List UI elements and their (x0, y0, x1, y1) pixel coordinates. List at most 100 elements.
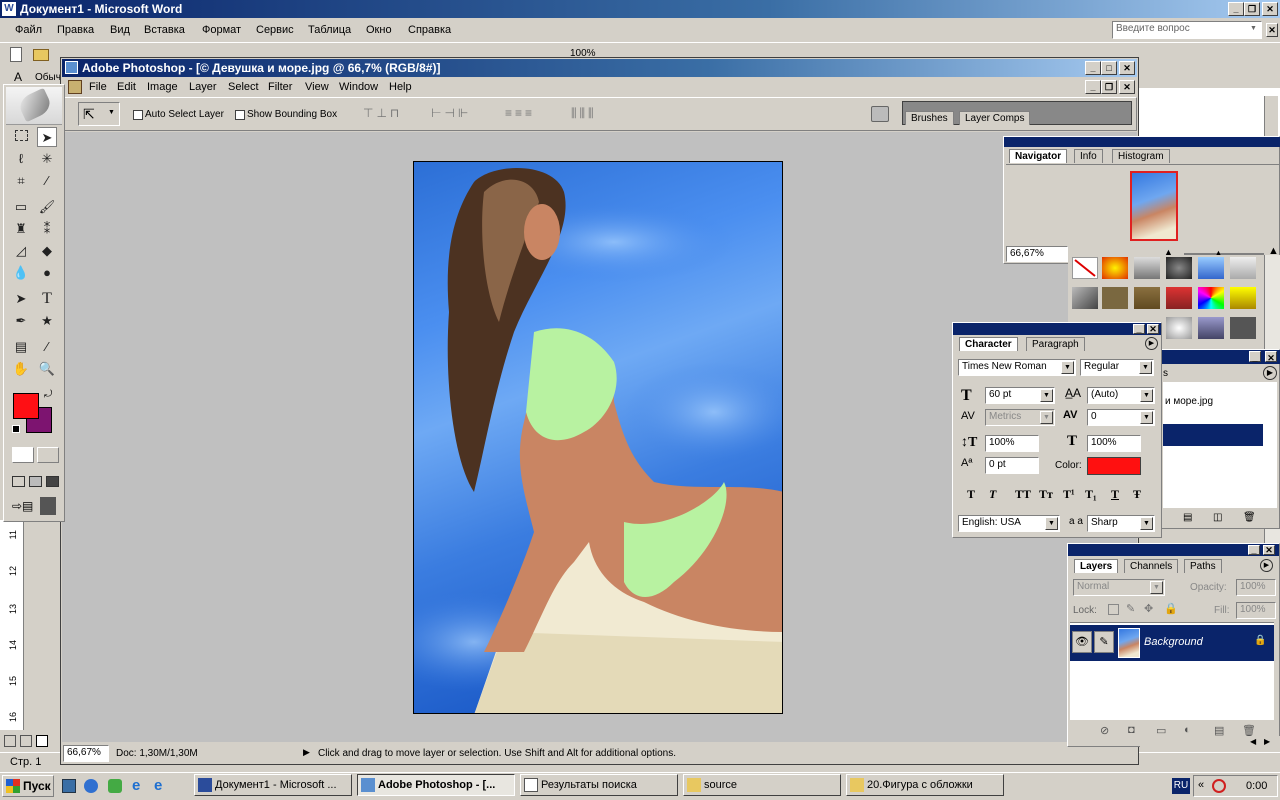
word-maximize-button[interactable]: ❐ (1244, 2, 1260, 16)
ps-menu-filter[interactable]: Filter (268, 81, 292, 93)
ps-doc-restore-button[interactable]: ❐ (1101, 80, 1117, 94)
chevron-down-icon[interactable]: ▼ (1140, 389, 1153, 402)
tray-expand-icon[interactable]: « (1198, 779, 1204, 791)
ps-zoom-field[interactable]: 66,67% (63, 745, 109, 762)
layer-row-background[interactable]: 👁 ✎ Background 🔒 (1070, 625, 1274, 661)
dodge-tool-icon[interactable]: ● (37, 263, 57, 283)
chevron-down-icon[interactable]: ▼ (1140, 411, 1153, 424)
ps-status-arrow-icon[interactable]: ▶ (303, 747, 310, 758)
lasso-tool-icon[interactable]: ℓ (11, 149, 31, 169)
word-menu-edit[interactable]: Правка (57, 24, 94, 36)
font-size-field[interactable]: 60 pt ▼ (985, 387, 1055, 404)
blend-mode-select[interactable]: Normal ▼ (1073, 579, 1165, 596)
horizontal-scale-field[interactable]: 100% (1087, 435, 1141, 452)
tray-app-icon[interactable] (1212, 779, 1226, 793)
character-minimize-button[interactable]: _ (1133, 324, 1145, 334)
history-menu-arrow-icon[interactable]: ▶ (1263, 366, 1277, 380)
tool-preset-picker[interactable]: ⇱ ▼ (78, 102, 120, 126)
tab-brushes[interactable]: Brushes (905, 111, 954, 125)
ps-minimize-button[interactable]: _ (1085, 61, 1101, 75)
lock-position-icon[interactable]: ✥ (1144, 602, 1153, 615)
style-swatch[interactable] (1230, 257, 1256, 279)
antialias-select[interactable]: Sharp ▼ (1087, 515, 1155, 532)
scroll-left-icon[interactable]: ◀ (1250, 737, 1256, 746)
tab-navigator[interactable]: Navigator (1009, 149, 1068, 163)
ps-close-button[interactable]: ✕ (1119, 61, 1135, 75)
quicklaunch-media-icon[interactable] (84, 779, 98, 793)
layout-view-icon[interactable] (20, 735, 32, 747)
word-menu-insert[interactable]: Вставка (144, 24, 185, 36)
align-left-icon[interactable]: ⊢⊣⊩ (431, 106, 471, 120)
word-menu-file[interactable]: Файл (15, 24, 42, 36)
marquee-tool-icon[interactable] (11, 127, 31, 147)
distribute-left-icon[interactable]: ⫼⫼⫼ (571, 106, 597, 121)
standard-mode-icon[interactable] (12, 447, 34, 463)
quicklaunch-ie-icon[interactable]: e (132, 777, 140, 794)
ps-doc-minimize-button[interactable]: _ (1085, 80, 1101, 94)
faux-bold-button[interactable]: T (967, 487, 975, 502)
tab-paragraph[interactable]: Paragraph (1026, 337, 1085, 351)
eraser-tool-icon[interactable]: ◿ (11, 241, 31, 261)
start-button[interactable]: Пуск (2, 775, 54, 797)
distribute-top-icon[interactable]: ≡≡≡ (505, 106, 535, 120)
language-indicator[interactable]: RU (1172, 778, 1190, 794)
history-state-selected[interactable] (1163, 424, 1263, 446)
word-menu-table[interactable]: Таблица (308, 24, 351, 36)
fill-field[interactable]: 100% (1236, 602, 1276, 619)
chevron-down-icon[interactable]: ▼ (1045, 517, 1058, 530)
character-close-button[interactable]: ✕ (1147, 324, 1159, 334)
word-minimize-button[interactable]: _ (1228, 2, 1244, 16)
faux-italic-button[interactable]: T (989, 487, 996, 502)
layers-minimize-button[interactable]: _ (1248, 545, 1260, 555)
foreground-color-swatch[interactable] (13, 393, 39, 419)
lock-pixels-icon[interactable]: ✎ (1126, 602, 1135, 615)
ps-menu-image[interactable]: Image (147, 81, 178, 93)
word-menu-window[interactable]: Окно (366, 24, 392, 36)
style-swatch[interactable] (1230, 317, 1256, 339)
font-family-select[interactable]: Times New Roman ▼ (958, 359, 1076, 376)
tab-info[interactable]: Info (1074, 149, 1103, 163)
layer-mask-icon[interactable]: ◘ (1128, 724, 1135, 736)
hand-tool-icon[interactable]: ✋ (11, 359, 31, 379)
all-caps-button[interactable]: TT (1015, 487, 1031, 502)
style-swatch[interactable] (1198, 287, 1224, 309)
clone-stamp-tool-icon[interactable]: ♜ (11, 219, 31, 239)
word-hscroll[interactable]: ◀ ▶ (1140, 736, 1280, 750)
style-swatch[interactable] (1166, 287, 1192, 309)
align-top-icon[interactable]: ⊤⊥⊓ (363, 106, 402, 120)
scroll-right-icon[interactable]: ▶ (1264, 737, 1270, 746)
pen-tool-icon[interactable]: ✒ (11, 311, 31, 331)
style-swatch[interactable] (1166, 257, 1192, 279)
auto-select-checkbox[interactable] (133, 110, 143, 120)
layer-style-icon[interactable]: ⊘ (1100, 724, 1109, 737)
word-menu-help[interactable]: Справка (408, 24, 451, 36)
tab-histogram[interactable]: Histogram (1112, 149, 1170, 163)
quicklaunch-ie2-icon[interactable]: e (154, 777, 162, 794)
history-trash-icon[interactable]: 🗑 (1243, 512, 1256, 523)
ps-menu-select[interactable]: Select (228, 81, 259, 93)
healing-brush-tool-icon[interactable]: ▭ (11, 197, 31, 217)
history-new-doc-icon[interactable]: ▤ (1183, 512, 1192, 523)
tab-layer-comps[interactable]: Layer Comps (959, 111, 1031, 125)
path-selection-tool-icon[interactable]: ➤ (11, 289, 31, 309)
normal-view-icon[interactable] (4, 735, 16, 747)
task-word[interactable]: Документ1 - Microsoft ... (194, 774, 352, 796)
ps-menu-edit[interactable]: Edit (117, 81, 136, 93)
text-color-swatch[interactable] (1087, 457, 1141, 475)
font-style-select[interactable]: Regular ▼ (1080, 359, 1154, 376)
zoom-tool-icon[interactable]: 🔍 (37, 359, 57, 379)
history-brush-tool-icon[interactable]: ⁑ (37, 219, 57, 239)
baseline-shift-field[interactable]: 0 pt (985, 457, 1039, 474)
subscript-button[interactable]: T₁ (1085, 487, 1097, 502)
format-icon[interactable]: A (14, 70, 22, 84)
lock-transparency-icon[interactable] (1108, 604, 1119, 615)
style-swatch[interactable] (1230, 287, 1256, 309)
ps-menu-file[interactable]: File (89, 81, 107, 93)
underline-button[interactable]: T (1111, 487, 1119, 502)
swap-colors-icon[interactable]: ⤾ (44, 389, 52, 400)
file-browser-icon[interactable] (871, 106, 889, 122)
chevron-down-icon[interactable]: ▼ (1061, 361, 1074, 374)
task-figure-folder[interactable]: 20.Фигура с обложки (846, 774, 1004, 796)
brush-tool-icon[interactable]: 🖌 (37, 197, 57, 217)
style-swatch-none[interactable] (1072, 257, 1098, 279)
